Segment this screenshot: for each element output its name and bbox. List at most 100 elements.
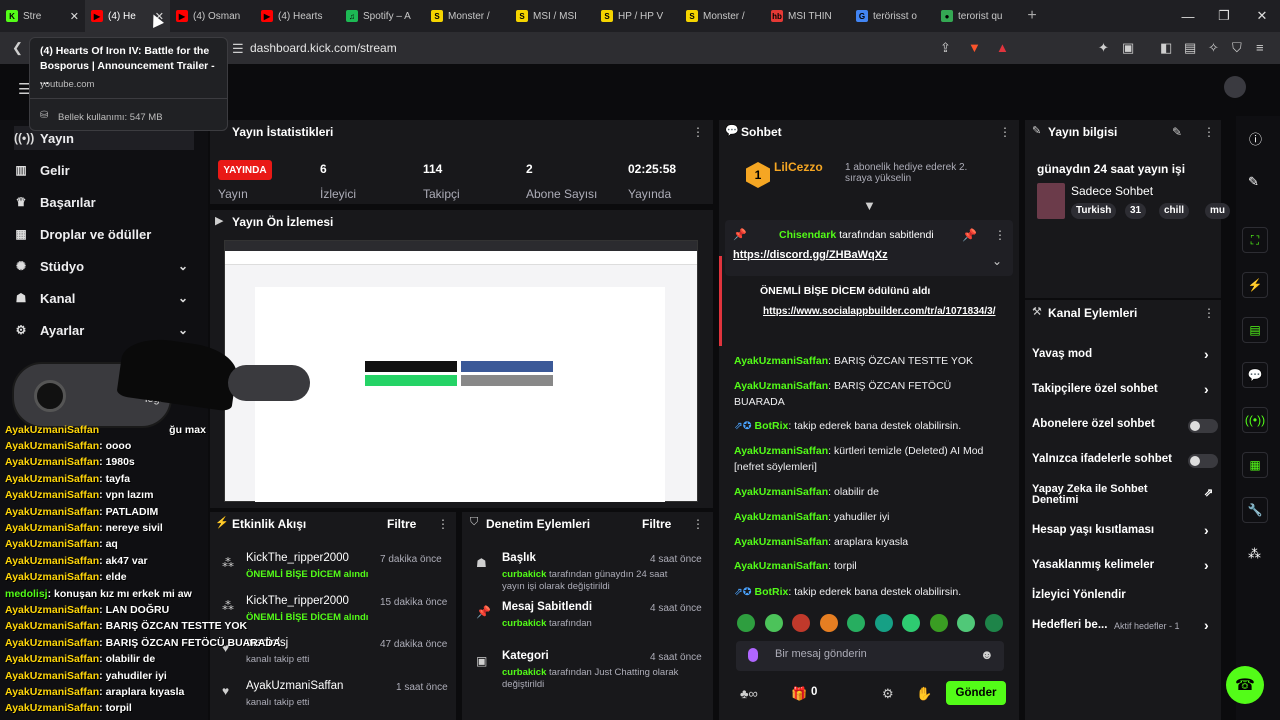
info-menu-icon[interactable]: ⋮ [1203, 125, 1215, 139]
nodes-icon[interactable]: ⁂ [1248, 546, 1261, 562]
chevron-right-icon[interactable]: › [1204, 522, 1209, 538]
menu-icon[interactable]: ≡ [1256, 40, 1264, 55]
browser-tab[interactable]: K Stre ✕ [0, 0, 85, 32]
support-chat-button[interactable]: ☎ [1226, 666, 1264, 704]
emoji-icon[interactable]: ☻ [980, 647, 994, 662]
chat-settings-icon[interactable]: ⚙ [882, 686, 894, 702]
lightning-icon[interactable]: ⚡ [1242, 272, 1268, 298]
media-icon[interactable]: ▣ [1122, 40, 1134, 56]
reward-link[interactable]: https://www.socialappbuilder.com/tr/a/10… [763, 305, 1003, 319]
tag-chip[interactable]: chill [1159, 203, 1190, 219]
moderation-menu-icon[interactable]: ⋮ [692, 517, 704, 531]
unpin-icon[interactable]: 📌 [962, 228, 977, 242]
emote-icon[interactable] [874, 614, 893, 632]
emote-picker-icon[interactable]: ✋ [916, 686, 932, 702]
chevron-right-icon[interactable]: › [1204, 381, 1209, 397]
emote-icon[interactable] [764, 614, 783, 632]
activity-filter[interactable]: Filtre [387, 517, 416, 531]
layout-icon[interactable]: ▦ [1242, 452, 1268, 478]
channel-action-label[interactable]: Yapay Zeka ile Sohbet Denetimi [1032, 484, 1182, 506]
external-link-icon[interactable]: ⇗ [1204, 486, 1213, 499]
channel-action-label[interactable]: Hesap yaşı kısıtlaması [1032, 524, 1218, 536]
channel-action-label[interactable]: İzleyici Yönlendir [1032, 589, 1218, 601]
category-name[interactable]: Sadece Sohbet [1071, 184, 1153, 198]
pinned-link[interactable]: https://discord.gg/ZHBaWqXz [733, 249, 888, 261]
new-tab-button[interactable]: + [1020, 7, 1044, 25]
broadcast-tower-icon[interactable]: ((•)) [1242, 407, 1268, 433]
gift-icon[interactable]: 🎁 [791, 686, 807, 702]
sidebar-toggle-icon[interactable]: ◧ [1160, 40, 1172, 56]
chevron-right-icon[interactable]: › [1204, 557, 1209, 573]
activity-user[interactable]: KickThe_ripper2000 [246, 552, 349, 564]
browser-tab[interactable]: S Monster / [680, 0, 765, 32]
emote-icon[interactable] [737, 614, 755, 632]
browser-tab[interactable]: ▶ (4) Hearts [255, 0, 340, 32]
pinned-menu-icon[interactable]: ⋮ [994, 228, 1006, 242]
browser-tab[interactable]: S HP / HP V [595, 0, 680, 32]
channel-action-label[interactable]: Takipçilere özel sohbet [1032, 383, 1218, 395]
moderation-filter[interactable]: Filtre [642, 517, 671, 531]
avatar[interactable] [1224, 76, 1246, 98]
brave-rewards-icon[interactable]: ▲ [996, 40, 1009, 55]
mic-icon[interactable] [748, 648, 758, 662]
sidebar-item[interactable]: ☗ Kanal ⌄ [14, 286, 194, 310]
emote-icon[interactable] [929, 614, 948, 632]
stats-menu-icon[interactable]: ⋮ [692, 125, 704, 139]
scan-icon[interactable]: ⛶ [1242, 227, 1268, 253]
share-icon[interactable]: ⇪ [940, 40, 951, 56]
channel-action-label[interactable]: Yavaş mod [1032, 348, 1218, 360]
sidebar-item[interactable]: ▦ Droplar ve ödüller [14, 222, 194, 246]
close-tab-icon[interactable]: ✕ [70, 10, 79, 23]
leo-ai-icon[interactable]: ✧ [1208, 40, 1219, 56]
browser-tab[interactable]: Gterörisst o [850, 0, 935, 32]
chevron-right-icon[interactable]: › [1204, 617, 1209, 633]
activity-user[interactable]: KickThe_ripper2000 [246, 595, 349, 607]
tag-chip[interactable]: Turkish [1071, 203, 1117, 219]
channel-action-label[interactable]: Yasaklanmış kelimeler [1032, 559, 1218, 571]
toggle-switch[interactable] [1188, 454, 1218, 468]
chat-bubble-icon[interactable]: 💬 [1242, 362, 1268, 388]
top-gifter-name[interactable]: LilCezzo [774, 160, 823, 174]
activity-menu-icon[interactable]: ⋮ [437, 517, 449, 531]
site-info-icon[interactable]: ☰ [232, 41, 244, 57]
extensions-icon[interactable]: ✦ [1098, 40, 1109, 56]
help-icon[interactable]: ⓘ [1249, 129, 1262, 148]
url-field[interactable]: dashboard.kick.com/stream [250, 41, 397, 55]
emote-icon[interactable] [902, 614, 920, 632]
sidebar-item[interactable]: ♛ Başarılar [14, 190, 194, 214]
send-button[interactable]: Gönder [946, 681, 1006, 705]
chevron-down-icon[interactable]: ⌄ [178, 259, 188, 273]
sidebar-item[interactable]: ▥ Gelir [14, 158, 194, 182]
channel-actions-menu-icon[interactable]: ⋮ [1203, 306, 1215, 320]
minimize-button[interactable]: — [1170, 0, 1206, 32]
maximize-button[interactable]: ❐ [1206, 0, 1242, 32]
emote-icon[interactable] [792, 614, 810, 632]
chevron-right-icon[interactable]: › [1204, 346, 1209, 362]
wrench-icon[interactable]: 🔧 [1242, 497, 1268, 523]
pinned-expand-icon[interactable]: ⌄ [992, 254, 1002, 268]
back-icon[interactable]: ❮ [12, 40, 23, 56]
viewers-icon[interactable]: ♣∞ [740, 686, 758, 701]
chevron-down-icon[interactable]: ⌄ [178, 323, 188, 337]
chat-menu-icon[interactable]: ⋮ [999, 125, 1011, 139]
tag-chip[interactable]: 31 [1125, 203, 1147, 219]
browser-tab[interactable]: S Monster / [425, 0, 510, 32]
browser-tab[interactable]: S MSI / MSI [510, 0, 595, 32]
emote-icon[interactable] [984, 614, 1003, 632]
chat-input[interactable]: Bir mesaj gönderin [775, 648, 867, 660]
collapse-icon[interactable]: ▼ [863, 198, 876, 213]
close-window-button[interactable]: ✕ [1244, 0, 1280, 32]
browser-tab[interactable]: ● terorist qu [935, 0, 1020, 32]
emote-icon[interactable] [819, 614, 838, 632]
wallet-icon[interactable]: ▤ [1184, 40, 1196, 56]
brave-shield-icon[interactable]: ▼ [968, 40, 981, 55]
document-icon[interactable]: ▤ [1242, 317, 1268, 343]
pen-icon[interactable]: ✎ [1248, 174, 1259, 190]
edit-icon[interactable]: ✎ [1172, 125, 1182, 139]
browser-tab[interactable]: ♫ Spotify – A [340, 0, 425, 32]
browser-tab[interactable]: hb MSI THIN [765, 0, 850, 32]
toggle-switch[interactable] [1188, 419, 1218, 433]
chevron-down-icon[interactable]: ⌄ [178, 291, 188, 305]
activity-user[interactable]: AyakUzmaniSaffan [246, 680, 343, 692]
browser-tab[interactable]: ▶ (4) Osman [170, 0, 255, 32]
